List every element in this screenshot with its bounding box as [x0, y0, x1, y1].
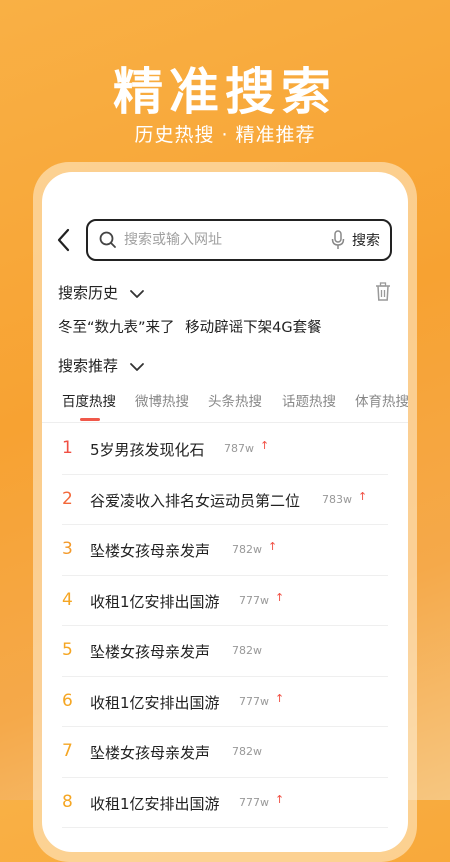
list-item[interactable]: 7 坠楼女孩母亲发声 782w	[42, 727, 408, 778]
trend-up-icon: ↑	[268, 540, 278, 553]
trend-up-icon: ↑	[358, 489, 368, 503]
hot-count: 777w	[239, 593, 269, 607]
history-header[interactable]: 搜索历史	[58, 282, 145, 303]
history-list: 冬至“数九表”来了 移动辟谣下架4G套餐	[58, 316, 328, 337]
list-item[interactable]: 5 坠楼女孩母亲发声 782w	[42, 626, 408, 677]
hot-count: 783w	[322, 492, 352, 506]
hot-title: 坠楼女孩母亲发声	[90, 744, 211, 762]
hot-search-list: 1 5岁男孩发现化石 787w ↑ 2 谷爱凌收入排名女运动员第二位 783w ↑ 3 坠楼女孩母…	[42, 424, 408, 828]
rank-number: 6	[62, 690, 73, 711]
hot-title: 坠楼女孩母亲发声	[90, 542, 211, 560]
hero-title: 精准搜索	[113, 63, 337, 121]
row-divider	[62, 827, 388, 828]
recommend-header[interactable]: 搜索推荐	[58, 355, 145, 376]
rank-number: 5	[62, 640, 73, 660]
tab-sports[interactable]: 体育热搜	[355, 390, 408, 410]
hot-title: 收租1亿安排出国游	[90, 592, 220, 611]
hot-title: 5岁男孩发现化石	[90, 441, 205, 459]
mic-icon[interactable]	[330, 229, 346, 251]
trend-up-icon: ↑	[275, 691, 285, 705]
recommend-title: 搜索推荐	[58, 357, 119, 375]
chevron-down-icon	[129, 289, 144, 298]
tab-weibo[interactable]: 微博热搜	[135, 390, 189, 410]
trend-up-icon: ↑	[260, 439, 270, 452]
list-item[interactable]: 3 坠楼女孩母亲发声 782w ↑	[42, 525, 408, 576]
trend-up-icon: ↑	[275, 590, 285, 604]
hot-title: 坠楼女孩母亲发声	[90, 643, 211, 661]
phone-screen: 搜索 搜索历史 冬至“数九表”来了 移动辟谣下架4G套餐 搜索推荐 百度热搜 微…	[42, 172, 408, 852]
hot-title: 收租1亿安排出国游	[90, 693, 220, 712]
search-bar: 搜索	[86, 219, 392, 261]
active-tab-indicator	[80, 418, 100, 421]
history-item[interactable]: 冬至“数九表”来了	[58, 320, 175, 336]
list-item[interactable]: 2 谷爱凌收入排名女运动员第二位 783w ↑	[42, 475, 408, 525]
search-button[interactable]: 搜索	[352, 230, 380, 250]
list-item[interactable]: 4 收租1亿安排出国游 777w ↑	[42, 576, 408, 626]
hot-title: 收租1亿安排出国游	[90, 794, 220, 813]
hot-count: 782w	[232, 543, 262, 556]
tab-toutiao[interactable]: 头条热搜	[208, 390, 262, 410]
tab-baidu[interactable]: 百度热搜	[62, 390, 116, 410]
hot-count: 777w	[239, 795, 269, 809]
trend-up-icon: ↑	[275, 792, 285, 806]
search-input[interactable]	[124, 229, 324, 251]
chevron-down-icon	[129, 362, 144, 371]
rank-number: 7	[62, 741, 73, 761]
hot-title: 谷爱凌收入排名女运动员第二位	[90, 491, 301, 510]
hot-count: 782w	[232, 644, 262, 657]
rank-number: 1	[62, 438, 73, 458]
hero-subtitle: 历史热搜 · 精准推荐	[134, 124, 316, 146]
rank-number: 4	[62, 589, 73, 610]
divider	[42, 422, 408, 423]
search-icon	[99, 231, 116, 248]
history-item[interactable]: 移动辟谣下架4G套餐	[185, 320, 321, 336]
list-item[interactable]: 8 收租1亿安排出国游 777w ↑	[42, 778, 408, 828]
hot-tabs: 百度热搜 微博热搜 头条热搜 话题热搜 体育热搜	[42, 390, 408, 424]
hot-count: 787w	[224, 442, 254, 455]
rank-number: 2	[62, 488, 73, 509]
history-title: 搜索历史	[58, 284, 119, 302]
hot-count: 777w	[239, 694, 269, 708]
trash-icon[interactable]	[374, 282, 392, 302]
back-arrow-icon[interactable]	[54, 227, 74, 253]
list-item[interactable]: 1 5岁男孩发现化石 787w ↑	[42, 424, 408, 475]
hot-count: 782w	[232, 745, 262, 758]
tab-topic[interactable]: 话题热搜	[282, 390, 336, 410]
rank-number: 3	[62, 539, 73, 559]
rank-number: 8	[62, 791, 73, 812]
list-item[interactable]: 6 收租1亿安排出国游 777w ↑	[42, 677, 408, 727]
